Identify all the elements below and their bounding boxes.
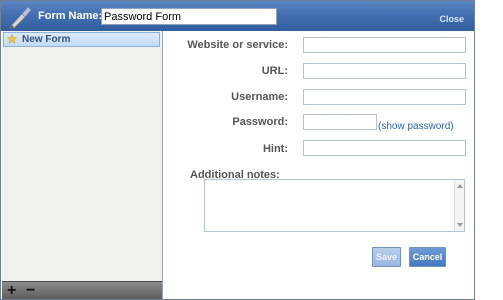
hint-label: Hint: [262,143,288,155]
scroll-down-icon[interactable] [457,223,463,227]
password-input[interactable] [303,114,377,130]
notes-scrollbar[interactable] [454,180,464,231]
sidebar-item-label: New Form [22,34,71,45]
add-icon[interactable]: + [7,283,16,299]
username-input[interactable] [303,89,466,105]
url-label: URL: [261,65,288,77]
form-name-label: Form Name: [38,10,103,22]
scroll-up-icon[interactable] [457,184,463,188]
star-icon [7,34,17,44]
title-bar: Form Name: Close [1,1,474,31]
sidebar-item-new-form[interactable]: New Form [3,32,160,47]
additional-notes-textarea[interactable] [204,179,465,232]
save-button[interactable]: Save [372,247,401,267]
remove-icon[interactable]: − [26,283,35,299]
brush-icon [9,6,32,29]
close-button[interactable]: Close [439,14,464,24]
show-password-link[interactable]: (show password) [378,121,454,132]
hint-input[interactable] [303,140,466,156]
form-name-input[interactable] [101,8,277,25]
sidebar-footer: + − [2,281,162,299]
website-label: Website or service: [187,39,288,51]
cancel-button[interactable]: Cancel [409,247,446,267]
password-label: Password: [232,116,288,128]
url-input[interactable] [303,63,466,79]
website-input[interactable] [303,37,466,53]
password-form-window: Form Name: Close New Form + − Website or… [0,0,475,300]
username-label: Username: [231,91,288,103]
sidebar: New Form + − [2,31,163,299]
